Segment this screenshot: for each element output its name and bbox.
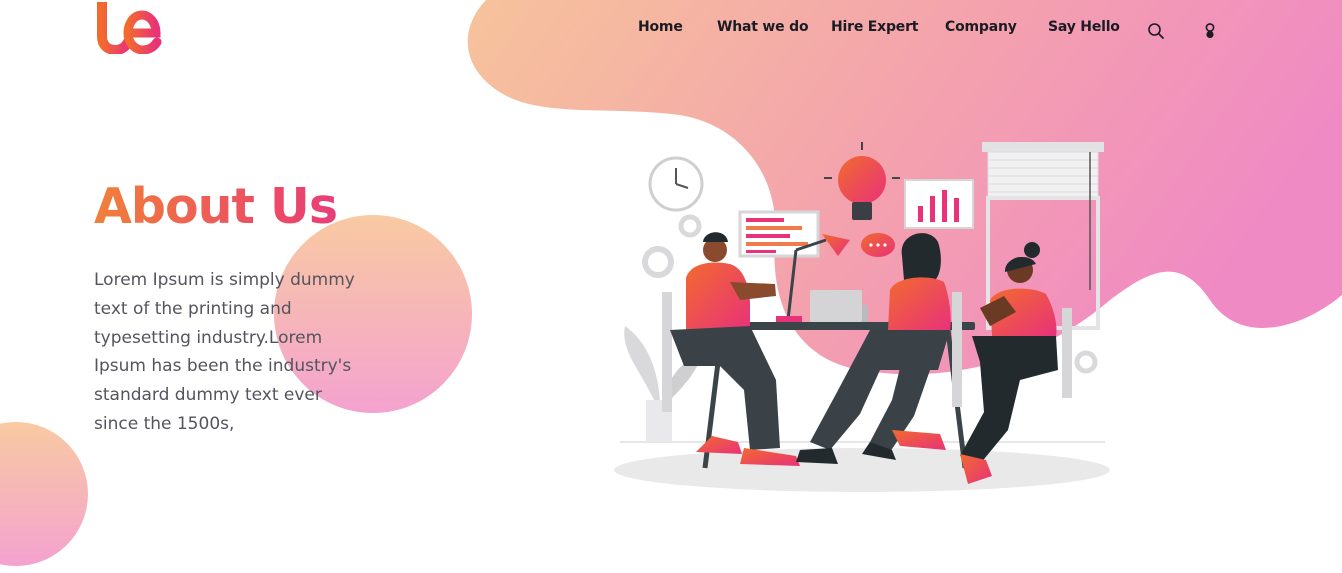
person-man: [670, 232, 800, 466]
nav-item-home[interactable]: Home: [638, 19, 683, 35]
gear-icon: [642, 246, 674, 278]
site-header: Home What we do Hire Expert Company Say …: [0, 0, 1342, 62]
lightbulb-icon: [824, 142, 900, 220]
nav-item-say-hello[interactable]: Say Hello: [1048, 19, 1120, 35]
hero-description: Lorem Ipsum is simply dummy text of the …: [94, 270, 355, 434]
gear-icon: [678, 214, 702, 238]
gear-icon: [1074, 350, 1098, 374]
clock-icon: [648, 156, 704, 212]
bar-chart-board: [738, 210, 820, 258]
chart-board-right: [904, 179, 974, 229]
nav-item-company[interactable]: Company: [945, 19, 1017, 35]
person-woman-middle: [796, 233, 951, 464]
theme-toggle-icon[interactable]: [1201, 22, 1219, 40]
search-icon[interactable]: [1147, 22, 1165, 40]
chat-bubble-icon: [861, 233, 895, 257]
nav-item-hire-expert[interactable]: Hire Expert: [831, 19, 918, 35]
page-title: About Us: [94, 172, 394, 242]
decorative-circle-bottom-left: [0, 422, 88, 566]
hero-section: About Us: [94, 172, 394, 242]
nav-item-what-we-do[interactable]: What we do: [717, 19, 809, 35]
team-meeting-illustration: [614, 142, 1110, 492]
brand-logo[interactable]: [92, 2, 164, 54]
